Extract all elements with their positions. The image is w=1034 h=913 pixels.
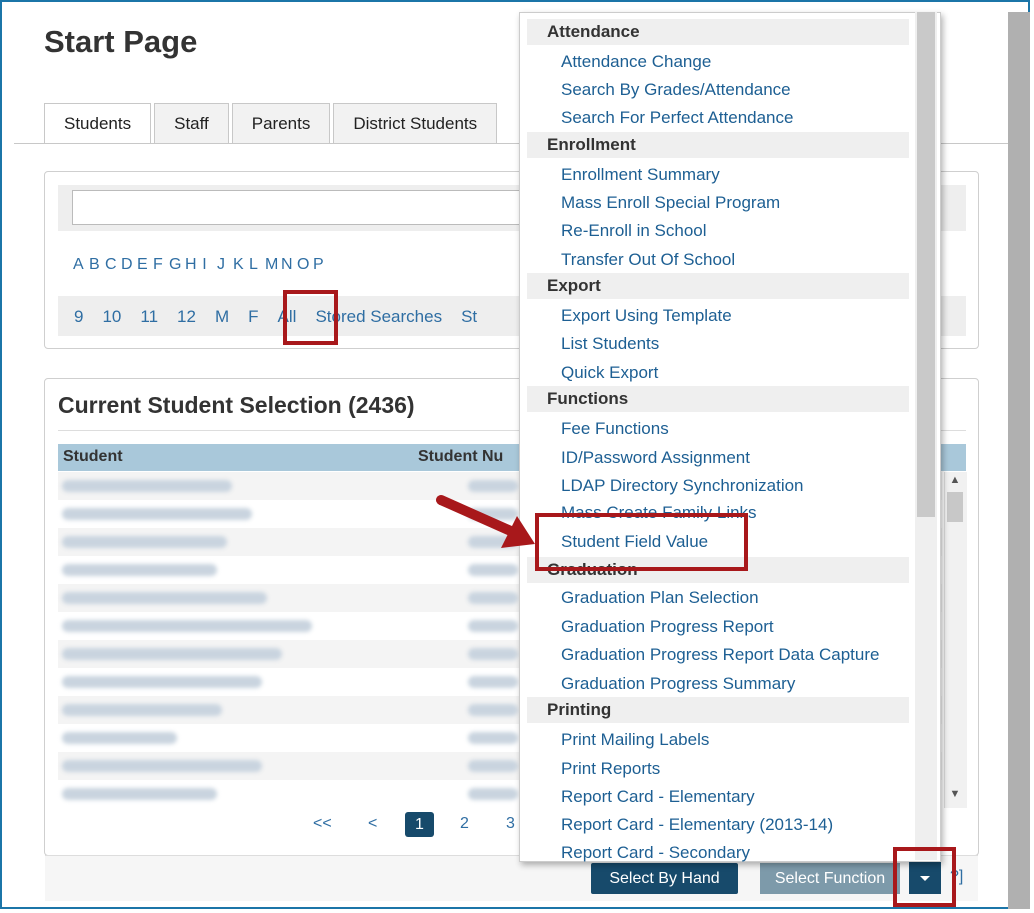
scroll-down-icon[interactable]: ▼ xyxy=(944,788,966,804)
menu-group-enrollment: Enrollment xyxy=(527,132,909,158)
menu-item-report-card-elementary[interactable]: Report Card - Elementary xyxy=(561,787,755,807)
letter-link[interactable]: G xyxy=(169,256,181,274)
grade-link-10[interactable]: 10 xyxy=(102,307,121,327)
menu-scroll-thumb[interactable] xyxy=(917,12,935,517)
menu-group-attendance: Attendance xyxy=(527,19,909,45)
menu-group-printing: Printing xyxy=(527,697,909,723)
grade-link-9[interactable]: 9 xyxy=(74,307,83,327)
menu-item-re-enroll[interactable]: Re-Enroll in School xyxy=(561,221,707,241)
letter-link[interactable]: P xyxy=(313,256,324,274)
menu-item-report-card-elementary-2013[interactable]: Report Card - Elementary (2013-14) xyxy=(561,815,833,835)
select-by-hand-button[interactable]: Select By Hand xyxy=(591,863,738,894)
letter-link[interactable]: H xyxy=(185,256,197,274)
highlight-box-all xyxy=(283,290,338,345)
arrow-pointer-icon xyxy=(436,495,535,548)
pager-page-3[interactable]: 3 xyxy=(506,815,515,833)
pager-first[interactable]: << xyxy=(313,815,332,833)
grade-filter: 9 10 11 12 M F All Stored Searches St xyxy=(74,307,477,327)
alphabet-filter: A B C D E F G H I J K L M N O P xyxy=(73,256,324,274)
letter-link[interactable]: M xyxy=(265,256,278,274)
letter-link[interactable]: F xyxy=(153,256,163,274)
menu-item-enrollment-summary[interactable]: Enrollment Summary xyxy=(561,165,720,185)
gender-link-f[interactable]: F xyxy=(248,307,258,327)
page-scrollbar[interactable] xyxy=(1008,12,1030,909)
menu-group-functions: Functions xyxy=(527,386,909,412)
select-function-button[interactable]: Select Function xyxy=(760,863,900,894)
scroll-thumb[interactable] xyxy=(947,492,963,522)
gender-link-m[interactable]: M xyxy=(215,307,229,327)
letter-link[interactable]: A xyxy=(73,256,84,274)
menu-item-graduation-data-capture[interactable]: Graduation Progress Report Data Capture xyxy=(561,645,879,665)
letter-link[interactable]: I xyxy=(201,256,208,274)
tab-parents[interactable]: Parents xyxy=(231,103,331,143)
page-title: Start Page xyxy=(44,24,198,59)
tab-bar: Students Staff Parents District Students xyxy=(44,103,500,144)
scroll-up-icon[interactable]: ▲ xyxy=(944,474,966,490)
letter-link[interactable]: B xyxy=(89,256,100,274)
column-header-student-number[interactable]: Student Nu xyxy=(418,448,503,466)
menu-group-export: Export xyxy=(527,273,909,299)
menu-item-search-by-grades[interactable]: Search By Grades/Attendance xyxy=(561,80,791,100)
letter-link[interactable]: J xyxy=(217,256,225,274)
letter-link[interactable]: E xyxy=(137,256,148,274)
menu-item-perfect-attendance[interactable]: Search For Perfect Attendance xyxy=(561,108,793,128)
menu-item-graduation-summary[interactable]: Graduation Progress Summary xyxy=(561,674,795,694)
grade-link-11[interactable]: 11 xyxy=(140,307,158,327)
menu-item-quick-export[interactable]: Quick Export xyxy=(561,363,658,383)
letter-link[interactable]: C xyxy=(105,256,117,274)
menu-item-list-students[interactable]: List Students xyxy=(561,334,659,354)
table-scrollbar[interactable] xyxy=(944,472,967,808)
letter-link[interactable]: K xyxy=(233,256,244,274)
menu-item-transfer-out[interactable]: Transfer Out Of School xyxy=(561,250,735,270)
letter-link[interactable]: D xyxy=(121,256,133,274)
menu-item-report-card-secondary[interactable]: Report Card - Secondary xyxy=(561,843,750,863)
menu-item-graduation-plan[interactable]: Graduation Plan Selection xyxy=(561,588,759,608)
pager-page-2[interactable]: 2 xyxy=(460,815,469,833)
column-header-student[interactable]: Student xyxy=(63,448,123,466)
tab-staff[interactable]: Staff xyxy=(154,103,229,143)
menu-item-print-mailing-labels[interactable]: Print Mailing Labels xyxy=(561,730,709,750)
menu-item-mass-enroll[interactable]: Mass Enroll Special Program xyxy=(561,193,780,213)
highlight-box-dropdown-toggle xyxy=(893,847,956,907)
letter-link[interactable]: N xyxy=(281,256,293,274)
menu-item-ldap-sync[interactable]: LDAP Directory Synchronization xyxy=(561,476,804,496)
selection-title: Current Student Selection (2436) xyxy=(58,392,415,418)
menu-item-fee-functions[interactable]: Fee Functions xyxy=(561,419,669,439)
menu-item-id-password[interactable]: ID/Password Assignment xyxy=(561,448,750,468)
letter-link[interactable]: O xyxy=(297,256,309,274)
menu-item-graduation-progress-report[interactable]: Graduation Progress Report xyxy=(561,617,774,637)
tab-students[interactable]: Students xyxy=(44,103,152,144)
grade-link-12[interactable]: 12 xyxy=(177,307,196,327)
letter-link[interactable]: L xyxy=(249,256,258,274)
search-input[interactable] xyxy=(72,190,532,225)
tab-district-students[interactable]: District Students xyxy=(333,103,498,143)
pager-current-page[interactable]: 1 xyxy=(405,812,434,837)
pager-prev[interactable]: < xyxy=(368,815,377,833)
menu-item-print-reports[interactable]: Print Reports xyxy=(561,759,660,779)
menu-item-export-template[interactable]: Export Using Template xyxy=(561,306,732,326)
menu-item-attendance-change[interactable]: Attendance Change xyxy=(561,52,711,72)
truncated-link[interactable]: St xyxy=(461,307,477,327)
highlight-box-student-field-value xyxy=(535,513,748,571)
